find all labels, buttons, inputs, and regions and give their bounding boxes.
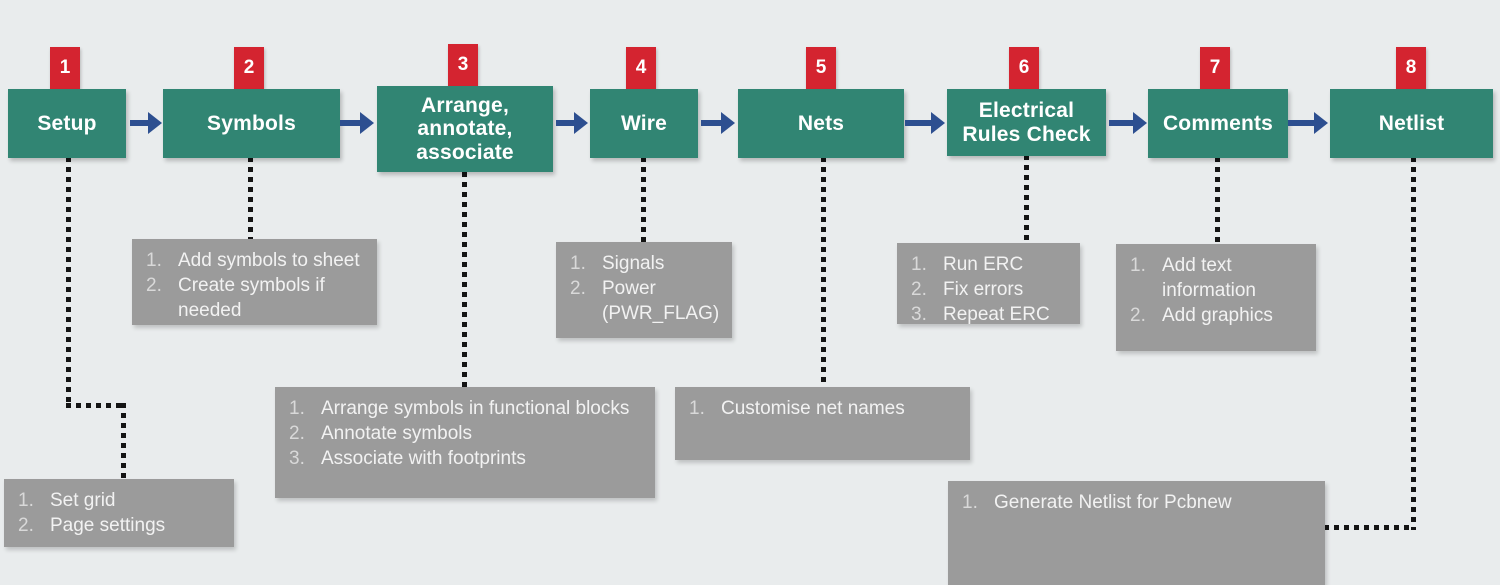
note-list-step-3: Arrange symbols in functional blocks Ann…: [287, 396, 645, 471]
step-badge-3-number: 3: [457, 54, 469, 75]
note-list-step-5: Customise net names: [687, 396, 960, 421]
note-box-step-7: Add text information Add graphics: [1116, 244, 1316, 351]
note-item: Associate with footprints: [289, 446, 526, 471]
note-item: Set grid: [18, 488, 116, 513]
step-box-netlist-label: Netlist: [1378, 111, 1445, 135]
step-badge-5: 5: [806, 47, 836, 89]
leader-line-step-5: [821, 157, 826, 387]
arrow-step-6-to-7: [1109, 112, 1147, 134]
note-list-step-6: Run ERC Fix errors Repeat ERC: [909, 252, 1070, 327]
leader-line-step-4: [641, 157, 646, 242]
step-box-symbols-label: Symbols: [207, 111, 296, 135]
step-badge-4-number: 4: [635, 57, 647, 78]
step-badge-2-number: 2: [243, 57, 255, 78]
step-badge-1: 1: [50, 47, 80, 89]
note-item: Customise net names: [689, 396, 905, 421]
step-box-arrange-annotate-associate[interactable]: Arrange, annotate, associate: [377, 86, 553, 172]
note-item: Run ERC: [911, 252, 1024, 277]
flowchart-diagram: 1 2 3 4 5 6 7 8 Setup Symbols Arrange, a…: [0, 0, 1500, 585]
step-box-comments[interactable]: Comments: [1148, 89, 1288, 158]
leader-line-step-8-vertical: [1411, 157, 1416, 530]
step-box-symbols[interactable]: Symbols: [163, 89, 340, 158]
step-box-wire[interactable]: Wire: [590, 89, 698, 158]
note-item: Repeat ERC: [911, 302, 1050, 327]
note-item: Fix errors: [911, 277, 1024, 302]
step-box-netlist[interactable]: Netlist: [1330, 89, 1493, 158]
step-badge-4: 4: [626, 47, 656, 89]
note-box-step-4: Signals Power (PWR_FLAG): [556, 242, 732, 338]
arrow-step-1-to-2: [130, 112, 162, 134]
leader-line-step-1-horizontal: [66, 403, 126, 408]
note-box-step-8: Generate Netlist for Pcbnew: [948, 481, 1325, 585]
note-item: Create symbols if needed: [146, 273, 325, 321]
leader-line-step-6: [1024, 155, 1029, 243]
arrow-step-4-to-5: [701, 112, 735, 134]
leader-line-step-8-horizontal: [1324, 525, 1414, 530]
note-list-step-1: Set grid Page settings: [16, 488, 224, 538]
leader-line-step-1-vertical-2: [121, 403, 126, 479]
note-list-step-8: Generate Netlist for Pcbnew: [960, 490, 1315, 515]
step-badge-8: 8: [1396, 47, 1426, 89]
step-badge-5-number: 5: [815, 57, 827, 78]
arrow-step-2-to-3: [340, 112, 374, 134]
note-item: Annotate symbols: [289, 421, 473, 446]
step-badge-1-number: 1: [59, 57, 71, 78]
note-item: Signals: [570, 251, 665, 276]
step-badge-2: 2: [234, 47, 264, 89]
step-box-electrical-rules-check[interactable]: Electrical Rules Check: [947, 89, 1106, 156]
step-box-nets-label: Nets: [797, 111, 845, 135]
note-box-step-1: Set grid Page settings: [4, 479, 234, 547]
note-list-step-7: Add text information Add graphics: [1128, 253, 1306, 328]
step-box-setup[interactable]: Setup: [8, 89, 126, 158]
step-box-arrange-annotate-associate-label: Arrange, annotate, associate: [416, 93, 514, 164]
arrow-step-5-to-6: [905, 112, 945, 134]
leader-line-step-1-vertical: [66, 157, 71, 407]
step-box-wire-label: Wire: [620, 111, 668, 135]
note-list-step-4: Signals Power (PWR_FLAG): [568, 251, 722, 326]
note-item: Generate Netlist for Pcbnew: [962, 490, 1232, 515]
step-badge-3: 3: [448, 44, 478, 86]
step-box-comments-label: Comments: [1162, 111, 1274, 135]
note-item: Power (PWR_FLAG): [570, 276, 720, 324]
note-item: Page settings: [18, 513, 166, 538]
step-badge-8-number: 8: [1405, 57, 1417, 78]
note-box-step-6: Run ERC Fix errors Repeat ERC: [897, 243, 1080, 327]
note-item: Add text information: [1130, 253, 1256, 301]
arrow-step-3-to-4: [556, 112, 588, 134]
note-item: Arrange symbols in functional blocks: [289, 396, 630, 421]
step-badge-6-number: 6: [1018, 57, 1030, 78]
note-box-step-2: Add symbols to sheet Create symbols if n…: [132, 239, 377, 325]
step-box-setup-label: Setup: [37, 111, 97, 135]
note-box-step-3: Arrange symbols in functional blocks Ann…: [275, 387, 655, 498]
note-box-step-5: Customise net names: [675, 387, 970, 460]
note-item: Add symbols to sheet: [146, 248, 360, 273]
step-badge-6: 6: [1009, 47, 1039, 89]
note-item: Add graphics: [1130, 303, 1273, 328]
step-box-electrical-rules-check-label: Electrical Rules Check: [962, 98, 1091, 146]
step-box-nets[interactable]: Nets: [738, 89, 904, 158]
step-badge-7-number: 7: [1209, 57, 1221, 78]
leader-line-step-7: [1215, 157, 1220, 244]
arrow-step-7-to-8: [1288, 112, 1328, 134]
leader-line-step-2: [248, 157, 253, 239]
leader-line-step-3: [462, 172, 467, 387]
note-list-step-2: Add symbols to sheet Create symbols if n…: [144, 248, 367, 323]
step-badge-7: 7: [1200, 47, 1230, 89]
